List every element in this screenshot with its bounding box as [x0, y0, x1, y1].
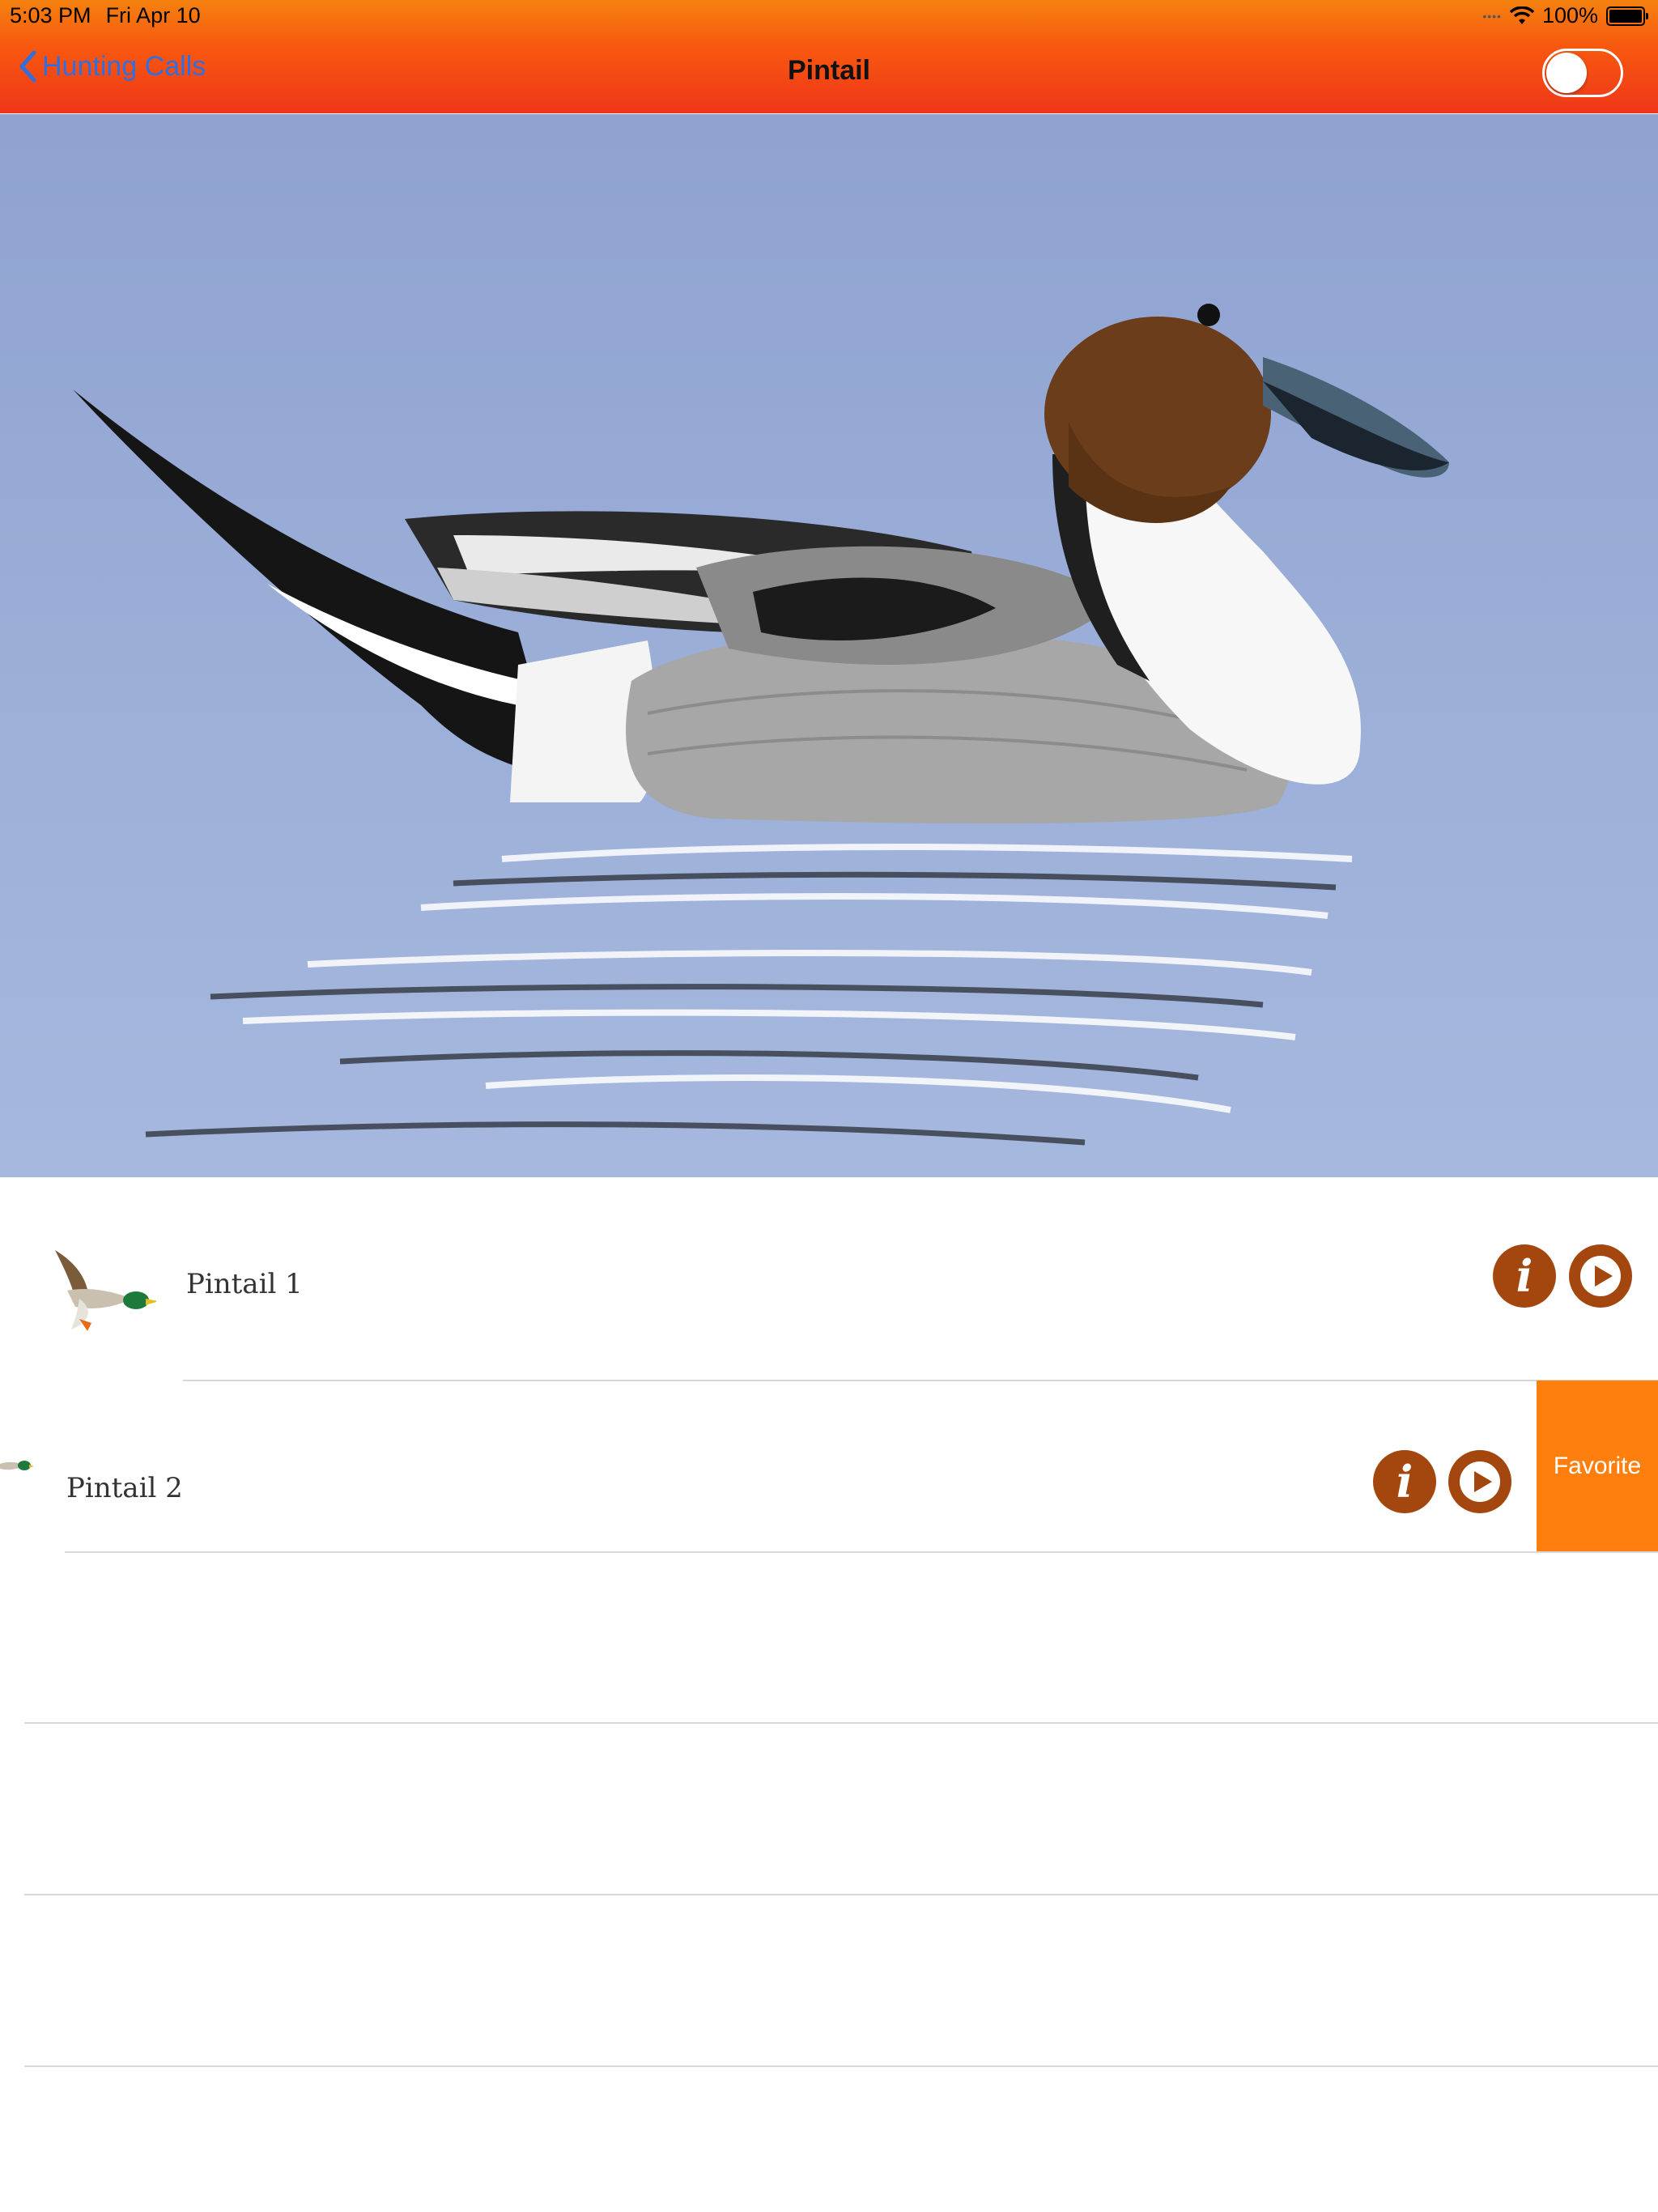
status-time: 5:03 PM [10, 3, 91, 28]
row-divider [24, 1722, 1658, 1724]
status-date: Fri Apr 10 [105, 3, 201, 28]
battery-percent: 100% [1541, 3, 1598, 28]
call-row[interactable]: Pintail 1 i [0, 1177, 1658, 1348]
mallard-thumbnail-icon [0, 1461, 34, 1470]
call-label: Pintail 1 [186, 1268, 303, 1300]
play-icon [1460, 1461, 1500, 1502]
pintail-photo [0, 114, 1658, 1177]
signal-icon: •••• [1482, 9, 1502, 23]
status-bar-left: 5:03 PM Fri Apr 10 [10, 3, 215, 28]
info-icon: i [1397, 1456, 1414, 1508]
row-divider [24, 2065, 1658, 2067]
svg-text:i: i [1397, 1456, 1414, 1508]
info-button[interactable]: i [1373, 1450, 1436, 1513]
pintail-duck-illustration [73, 304, 1449, 1146]
navigation-bar: 5:03 PM Fri Apr 10 •••• 100% Hunting Call… [0, 0, 1658, 113]
favorite-button[interactable]: Favorite [1537, 1380, 1658, 1551]
page-title: Pintail [787, 55, 871, 86]
play-button[interactable] [1569, 1244, 1632, 1308]
mallard-thumbnail-icon [55, 1250, 156, 1331]
status-bar-right: •••• 100% [1482, 3, 1648, 28]
row-divider [65, 1551, 1658, 1553]
info-icon: i [1516, 1250, 1533, 1302]
wifi-icon [1509, 6, 1534, 24]
toggle-switch[interactable] [1542, 49, 1623, 97]
call-label: Pintail 2 [66, 1472, 183, 1504]
play-icon [1580, 1256, 1621, 1296]
info-button[interactable]: i [1493, 1244, 1556, 1308]
battery-icon [1606, 6, 1648, 26]
svg-text:i: i [1516, 1250, 1533, 1302]
toggle-knob [1546, 53, 1587, 93]
row-divider [24, 1894, 1658, 1895]
play-button[interactable] [1448, 1450, 1511, 1513]
call-row[interactable]: Pintail 2 i [0, 1381, 1658, 1552]
